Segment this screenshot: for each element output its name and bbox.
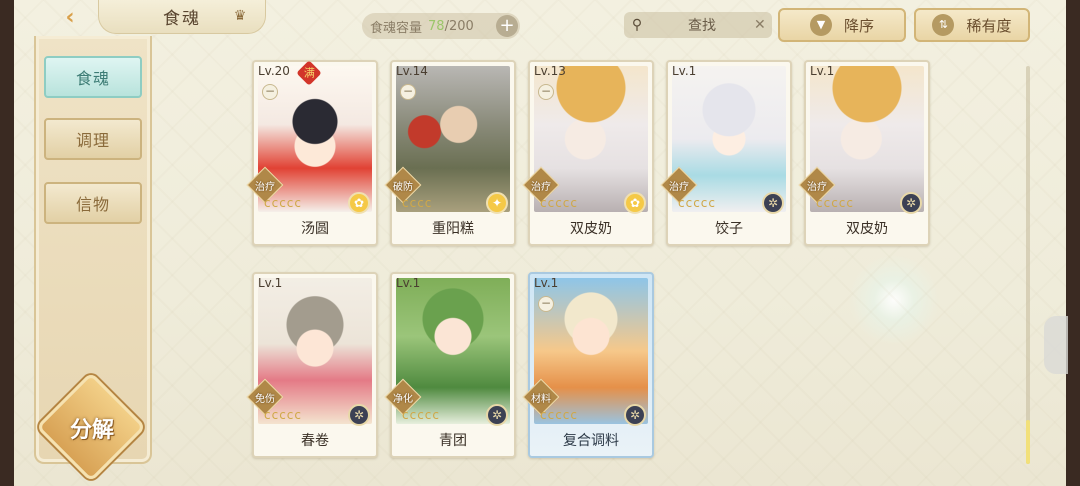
sidebar-item-label: 食魂 xyxy=(75,69,110,88)
card-level: Lv.1 xyxy=(534,276,559,290)
screen: ‹ 食魂 ♛ 食魂容量 78 /200 + ⚲ 查找 ✕ ▼ 降序 ⇅ 稀有度 … xyxy=(14,0,1066,486)
star-rating: ccccc xyxy=(402,408,440,422)
star-rating: ccccc xyxy=(678,196,716,210)
card-level: Lv.1 xyxy=(810,64,835,78)
soul-card[interactable]: Lv.1 治疗 ccccc ✲ 饺子 xyxy=(660,60,792,246)
soul-card[interactable]: Lv.1 净化 ccccc ✲ 青团 xyxy=(384,272,516,458)
role-label: 净化 xyxy=(393,394,413,405)
sort-order-button[interactable]: ▼ 降序 xyxy=(778,8,906,42)
card-level: Lv.1 xyxy=(672,64,697,78)
sort-order-label: 降序 xyxy=(843,16,874,35)
element-icon: ✲ xyxy=(348,404,370,426)
sidebar-item-tokens[interactable]: 信物 xyxy=(44,182,142,224)
role-label: 治疗 xyxy=(531,182,551,193)
soul-card[interactable]: Lv.1 治疗 ccccc ✲ 双皮奶 xyxy=(798,60,930,246)
sort-order-icon: ▼ xyxy=(809,14,832,36)
sort-by-label: 稀有度 xyxy=(966,16,1012,35)
star-rating: ccccc xyxy=(540,408,578,422)
star-rating: ccccc xyxy=(264,196,302,210)
search-label: 查找 xyxy=(688,18,716,34)
card-name: 春卷 xyxy=(301,433,329,449)
element-icon: ✲ xyxy=(486,404,508,426)
crown-icon[interactable]: ♛ xyxy=(231,8,251,24)
capacity-current: 78 xyxy=(428,18,445,34)
role-label: 免伤 xyxy=(255,394,275,405)
element-icon: ✲ xyxy=(624,404,646,426)
soul-card[interactable]: Lv.13 − 治疗 ccccc ✿ 双皮奶 xyxy=(522,60,654,246)
role-label: 治疗 xyxy=(807,182,827,193)
role-label: 治疗 xyxy=(255,182,275,193)
sidebar-item-souls[interactable]: 食魂 xyxy=(44,56,142,98)
decompose-label: 分解 xyxy=(69,418,114,443)
soul-card[interactable]: Lv.20 满 − 治疗 ccccc ✿ 汤圆 xyxy=(246,60,378,246)
soul-card[interactable]: Lv.14 − 破防 cccc ✦ 重阳糕 xyxy=(384,60,516,246)
star-rating: ccccc xyxy=(816,196,854,210)
card-name: 汤圆 xyxy=(301,221,329,237)
edge-handle[interactable] xyxy=(1044,316,1068,374)
card-level: Lv.1 xyxy=(396,276,421,290)
star-rating: cccc xyxy=(402,196,433,210)
scrollbar[interactable] xyxy=(1026,66,1030,464)
role-label: 材料 xyxy=(531,394,551,405)
expand-capacity-button[interactable]: + xyxy=(496,15,518,37)
capacity-indicator: 食魂容量 78 /200 + xyxy=(362,13,520,39)
sidebar-item-label: 信物 xyxy=(75,195,110,214)
card-name: 青团 xyxy=(439,433,467,449)
card-level: Lv.13 xyxy=(534,64,566,78)
star-rating: ccccc xyxy=(264,408,302,422)
card-name: 饺子 xyxy=(715,221,743,237)
back-arrow-icon[interactable]: ‹ xyxy=(52,2,88,32)
remove-icon[interactable]: − xyxy=(538,84,554,100)
card-name: 双皮奶 xyxy=(570,221,612,237)
remove-icon[interactable]: − xyxy=(538,296,554,312)
star-rating: ccccc xyxy=(540,196,578,210)
soul-card[interactable]: Lv.1 免伤 ccccc ✲ 春卷 xyxy=(246,272,378,458)
card-name: 复合调料 xyxy=(563,433,619,449)
element-icon: ✲ xyxy=(762,192,784,214)
card-name: 重阳糕 xyxy=(432,221,474,237)
card-level: Lv.20 xyxy=(258,64,290,78)
sidebar-item-conditioning[interactable]: 调理 xyxy=(44,118,142,160)
page-title-text: 食魂 xyxy=(163,9,201,29)
sort-by-icon: ⇅ xyxy=(932,14,955,36)
remove-icon[interactable]: − xyxy=(400,84,416,100)
card-level: Lv.14 xyxy=(396,64,428,78)
role-label: 破防 xyxy=(393,182,413,193)
remove-icon[interactable]: − xyxy=(262,84,278,100)
element-icon: ✿ xyxy=(624,192,646,214)
clear-search-icon[interactable]: ✕ xyxy=(754,17,772,33)
element-icon: ✦ xyxy=(486,192,508,214)
soul-card[interactable]: Lv.1 − 材料 ccccc ✲ 复合调料 xyxy=(522,272,654,458)
search-field[interactable]: ⚲ 查找 ✕ xyxy=(624,12,772,38)
role-label: 治疗 xyxy=(669,182,689,193)
sidebar: 食魂 调理 信物 分解 xyxy=(34,36,152,483)
card-name: 双皮奶 xyxy=(846,221,888,237)
capacity-total: /200 xyxy=(444,18,474,34)
page-title: 食魂 ♛ xyxy=(98,0,266,34)
card-level: Lv.1 xyxy=(258,276,283,290)
search-icon: ⚲ xyxy=(631,17,643,33)
scrollbar-thumb[interactable] xyxy=(1026,420,1030,464)
sort-by-button[interactable]: ⇅ 稀有度 xyxy=(914,8,1030,42)
element-icon: ✿ xyxy=(348,192,370,214)
capacity-label: 食魂容量 xyxy=(370,20,423,36)
max-level-text: 满 xyxy=(303,66,315,79)
sidebar-item-label: 调理 xyxy=(75,131,110,150)
element-icon: ✲ xyxy=(900,192,922,214)
